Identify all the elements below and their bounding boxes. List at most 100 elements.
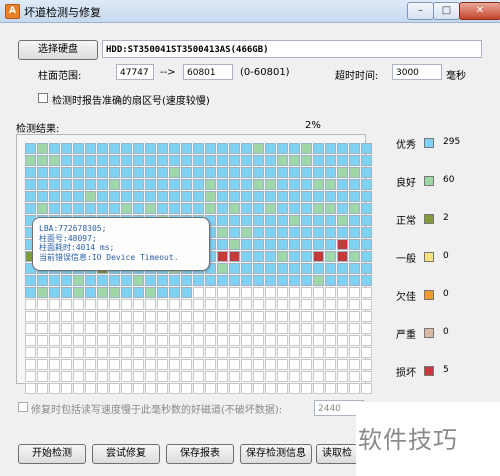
cylinder-cell[interactable] <box>133 275 144 286</box>
cylinder-cell[interactable] <box>337 191 348 202</box>
cylinder-cell[interactable] <box>253 371 264 382</box>
cylinder-cell[interactable] <box>169 167 180 178</box>
cylinder-cell[interactable] <box>217 311 228 322</box>
cylinder-cell[interactable] <box>289 251 300 262</box>
cylinder-cell[interactable] <box>349 311 360 322</box>
range-end-input[interactable]: 60801 <box>183 64 233 80</box>
cylinder-cell[interactable] <box>265 203 276 214</box>
cylinder-cell[interactable] <box>97 287 108 298</box>
cylinder-cell[interactable] <box>205 191 216 202</box>
cylinder-cell[interactable] <box>289 263 300 274</box>
cylinder-cell[interactable] <box>337 275 348 286</box>
cylinder-cell[interactable] <box>49 323 60 334</box>
cylinder-cell[interactable] <box>289 179 300 190</box>
cylinder-cell[interactable] <box>217 167 228 178</box>
cylinder-cell[interactable] <box>325 155 336 166</box>
cylinder-cell[interactable] <box>253 227 264 238</box>
cylinder-cell[interactable] <box>61 287 72 298</box>
cylinder-cell[interactable] <box>349 155 360 166</box>
cylinder-cell[interactable] <box>193 191 204 202</box>
cylinder-cell[interactable] <box>169 383 180 394</box>
cylinder-cell[interactable] <box>229 347 240 358</box>
cylinder-cell[interactable] <box>181 299 192 310</box>
cylinder-cell[interactable] <box>37 323 48 334</box>
cylinder-cell[interactable] <box>109 191 120 202</box>
cylinder-cell[interactable] <box>277 251 288 262</box>
cylinder-cell[interactable] <box>337 227 348 238</box>
cylinder-cell[interactable] <box>145 383 156 394</box>
cylinder-cell[interactable] <box>289 215 300 226</box>
cylinder-cell[interactable] <box>181 311 192 322</box>
cylinder-cell[interactable] <box>253 203 264 214</box>
cylinder-cell[interactable] <box>145 191 156 202</box>
cylinder-cell[interactable] <box>25 143 36 154</box>
cylinder-cell[interactable] <box>49 383 60 394</box>
cylinder-cell[interactable] <box>301 359 312 370</box>
cylinder-cell[interactable] <box>265 299 276 310</box>
cylinder-cell[interactable] <box>325 323 336 334</box>
cylinder-cell[interactable] <box>133 143 144 154</box>
cylinder-cell[interactable] <box>205 335 216 346</box>
cylinder-cell[interactable] <box>229 359 240 370</box>
cylinder-cell[interactable] <box>349 263 360 274</box>
cylinder-cell[interactable] <box>265 251 276 262</box>
cylinder-cell[interactable] <box>349 383 360 394</box>
cylinder-cell[interactable] <box>205 143 216 154</box>
cylinder-cell[interactable] <box>37 371 48 382</box>
cylinder-cell[interactable] <box>265 335 276 346</box>
cylinder-cell[interactable] <box>301 311 312 322</box>
save-report-button[interactable]: 保存报表 <box>166 444 234 464</box>
cylinder-cell[interactable] <box>289 239 300 250</box>
cylinder-cell[interactable] <box>313 299 324 310</box>
cylinder-cell[interactable] <box>85 383 96 394</box>
cylinder-cell[interactable] <box>349 335 360 346</box>
cylinder-cell[interactable] <box>325 239 336 250</box>
cylinder-cell[interactable] <box>145 287 156 298</box>
cylinder-cell[interactable] <box>313 179 324 190</box>
cylinder-cell[interactable] <box>85 311 96 322</box>
cylinder-cell[interactable] <box>241 155 252 166</box>
cylinder-cell[interactable] <box>109 287 120 298</box>
cylinder-cell[interactable] <box>121 287 132 298</box>
cylinder-cell[interactable] <box>301 383 312 394</box>
cylinder-cell[interactable] <box>217 347 228 358</box>
cylinder-cell[interactable] <box>217 335 228 346</box>
cylinder-cell[interactable] <box>157 179 168 190</box>
cylinder-cell[interactable] <box>97 167 108 178</box>
cylinder-cell[interactable] <box>325 371 336 382</box>
cylinder-cell[interactable] <box>313 287 324 298</box>
cylinder-cell[interactable] <box>217 239 228 250</box>
cylinder-cell[interactable] <box>217 143 228 154</box>
cylinder-cell[interactable] <box>241 287 252 298</box>
cylinder-cell[interactable] <box>229 383 240 394</box>
cylinder-cell[interactable] <box>121 299 132 310</box>
cylinder-cell[interactable] <box>265 155 276 166</box>
cylinder-cell[interactable] <box>325 263 336 274</box>
cylinder-cell[interactable] <box>157 203 168 214</box>
cylinder-cell[interactable] <box>277 299 288 310</box>
cylinder-cell[interactable] <box>169 347 180 358</box>
cylinder-cell[interactable] <box>265 275 276 286</box>
cylinder-cell[interactable] <box>229 239 240 250</box>
cylinder-cell[interactable] <box>61 359 72 370</box>
cylinder-cell[interactable] <box>37 383 48 394</box>
cylinder-cell[interactable] <box>145 299 156 310</box>
cylinder-cell[interactable] <box>229 215 240 226</box>
close-button[interactable]: ✕ <box>459 2 500 20</box>
cylinder-cell[interactable] <box>49 179 60 190</box>
cylinder-cell[interactable] <box>73 335 84 346</box>
cylinder-cell[interactable] <box>337 143 348 154</box>
cylinder-cell[interactable] <box>253 155 264 166</box>
cylinder-cell[interactable] <box>85 155 96 166</box>
cylinder-cell[interactable] <box>181 287 192 298</box>
cylinder-cell[interactable] <box>265 371 276 382</box>
cylinder-cell[interactable] <box>193 167 204 178</box>
cylinder-cell[interactable] <box>145 275 156 286</box>
cylinder-cell[interactable] <box>337 347 348 358</box>
cylinder-cell[interactable] <box>277 167 288 178</box>
cylinder-cell[interactable] <box>97 191 108 202</box>
cylinder-cell[interactable] <box>313 215 324 226</box>
cylinder-cell[interactable] <box>181 203 192 214</box>
cylinder-cell[interactable] <box>301 335 312 346</box>
cylinder-cell[interactable] <box>205 299 216 310</box>
